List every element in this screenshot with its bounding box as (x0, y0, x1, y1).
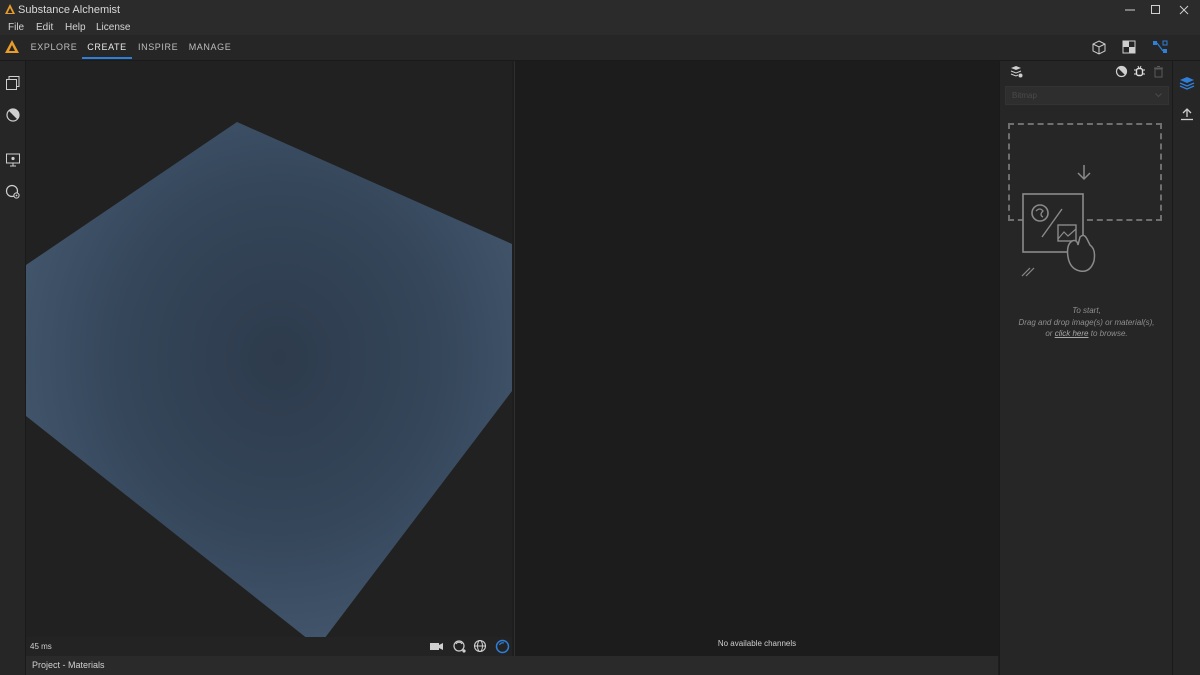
maximize-button[interactable] (1142, 0, 1170, 19)
dropdown-value: Bitmap (1012, 91, 1037, 100)
window-title: Substance Alchemist (18, 4, 121, 16)
cube-icon[interactable] (1090, 39, 1108, 55)
drop-msg-prefix: or (1045, 329, 1055, 338)
close-button[interactable] (1170, 0, 1198, 19)
camera-icon[interactable] (429, 639, 444, 654)
layers-settings-icon[interactable] (1010, 65, 1023, 78)
environment-icon[interactable] (473, 639, 488, 654)
export-icon[interactable] (1180, 107, 1194, 121)
tab-manage[interactable]: MANAGE (188, 35, 232, 59)
close-icon (1179, 5, 1189, 14)
empty-channels-message: No available channels (717, 639, 797, 648)
menu-edit[interactable]: Edit (36, 22, 53, 33)
viewport-toolbar: 45 ms (26, 637, 512, 656)
source-type-dropdown[interactable]: Bitmap (1005, 86, 1169, 105)
frame-time-readout: 45 ms (30, 642, 52, 651)
layers-panel: Bitmap To start, Drag and drop image(s) … (999, 61, 1173, 675)
light-rotate-icon[interactable] (452, 639, 467, 654)
drop-msg-suffix: to browse. (1088, 329, 1128, 338)
drop-msg-line-1: To start, (1072, 306, 1101, 315)
checker-icon[interactable] (1120, 39, 1138, 55)
tab-explore[interactable]: EXPLORE (30, 35, 78, 59)
material-ball-icon[interactable] (5, 107, 21, 123)
bug-icon[interactable] (1133, 65, 1146, 78)
minimize-icon (1125, 9, 1135, 10)
layers-icon[interactable] (1179, 75, 1195, 91)
project-label[interactable]: Project - Materials (32, 660, 105, 670)
menu-file[interactable]: File (8, 22, 24, 33)
material-ball-icon[interactable] (1115, 65, 1128, 78)
drag-drop-illustration-icon (1021, 165, 1096, 277)
left-rail (0, 61, 26, 675)
drop-msg-line-2: Drag and drop image(s) or material(s), (1018, 317, 1155, 327)
app-logo-icon (5, 4, 15, 14)
tab-inspire[interactable]: INSPIRE (138, 35, 178, 59)
tab-create[interactable]: CREATE (82, 35, 132, 59)
app-logo-icon (5, 40, 19, 53)
menu-help[interactable]: Help (65, 22, 86, 33)
shading-sphere-icon[interactable] (495, 639, 510, 654)
environment-settings-icon[interactable] (5, 184, 21, 200)
minimize-button[interactable] (1116, 0, 1144, 19)
right-rail (1172, 61, 1200, 675)
menu-license[interactable]: License (96, 22, 130, 33)
material-plane-preview (26, 122, 512, 637)
library-icon[interactable] (5, 75, 21, 91)
viewport-3d[interactable] (26, 61, 512, 637)
node-graph-icon[interactable] (1151, 39, 1169, 55)
browse-link[interactable]: click here (1055, 329, 1089, 338)
chevron-down-icon (1155, 93, 1162, 98)
bottom-bar: Project - Materials (26, 656, 998, 675)
display-settings-icon[interactable] (5, 152, 21, 168)
drop-instructions: To start, Drag and drop image(s) or mate… (1000, 305, 1173, 340)
nav-bar: EXPLORE CREATE INSPIRE MANAGE (0, 35, 1200, 61)
channel-view[interactable]: No available channels (514, 61, 999, 656)
title-bar: Substance Alchemist (0, 0, 1200, 19)
drop-msg-line-3: or click here to browse. (1000, 328, 1173, 340)
trash-icon[interactable] (1152, 65, 1165, 78)
menu-bar: File Edit Help License (0, 19, 1200, 35)
maximize-icon (1151, 4, 1160, 14)
